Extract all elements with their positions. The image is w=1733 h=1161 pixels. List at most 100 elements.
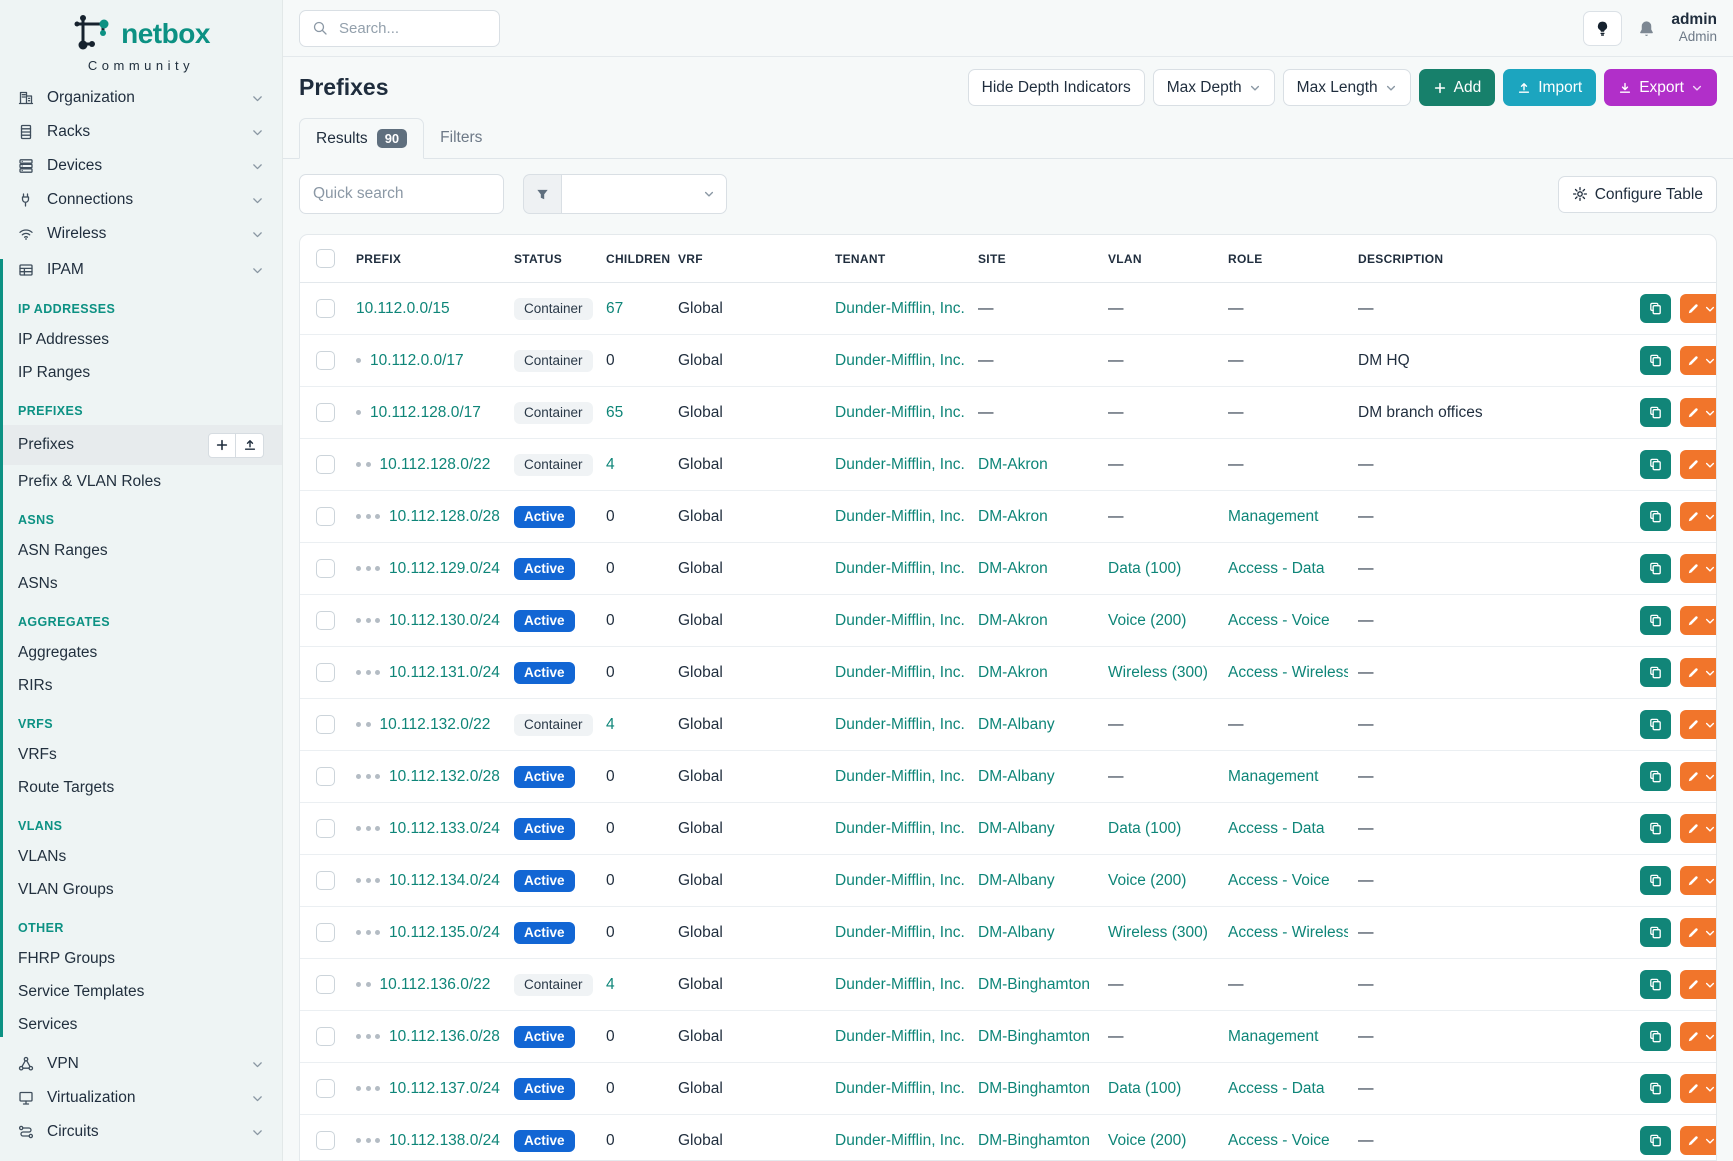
column-header-children[interactable]: CHILDREN: [596, 235, 668, 283]
sidebar-item-virtualization[interactable]: Virtualization: [0, 1081, 282, 1115]
quick-search-input[interactable]: [299, 174, 504, 214]
notifications-bell-icon[interactable]: [1637, 19, 1656, 38]
tenant-link[interactable]: Dunder-Mifflin, Inc.: [835, 456, 965, 473]
tenant-link[interactable]: Dunder-Mifflin, Inc.: [835, 508, 965, 525]
copy-button[interactable]: [1640, 970, 1671, 999]
tenant-link[interactable]: Dunder-Mifflin, Inc.: [835, 404, 965, 421]
role-link[interactable]: Access - Wireless: [1228, 924, 1348, 941]
sidebar-item-rirs[interactable]: RIRs: [0, 669, 282, 702]
tenant-link[interactable]: Dunder-Mifflin, Inc.: [835, 976, 965, 993]
sidebar-item-prefix-vlan-roles[interactable]: Prefix & VLAN Roles: [0, 465, 282, 498]
edit-split-button[interactable]: [1680, 294, 1716, 323]
tenant-link[interactable]: Dunder-Mifflin, Inc.: [835, 1132, 965, 1149]
tenant-link[interactable]: Dunder-Mifflin, Inc.: [835, 612, 965, 629]
edit-split-button[interactable]: [1680, 866, 1716, 895]
sidebar-item-fhrp-groups[interactable]: FHRP Groups: [0, 942, 282, 975]
role-link[interactable]: Access - Voice: [1228, 872, 1330, 889]
prefix-link[interactable]: 10.112.138.0/24: [389, 1132, 500, 1149]
sidebar-item-vlans[interactable]: VLANs: [0, 840, 282, 873]
row-checkbox[interactable]: [316, 559, 335, 578]
children-count-link[interactable]: 4: [606, 716, 615, 733]
search-input[interactable]: [337, 19, 487, 38]
prefix-link[interactable]: 10.112.130.0/24: [389, 612, 500, 629]
children-count-link[interactable]: 4: [606, 976, 615, 993]
vlan-link[interactable]: Wireless (300): [1108, 664, 1208, 681]
row-checkbox[interactable]: [316, 871, 335, 890]
prefix-link[interactable]: 10.112.128.0/17: [370, 404, 481, 421]
configure-table-button[interactable]: Configure Table: [1558, 176, 1717, 213]
edit-split-button[interactable]: [1680, 346, 1716, 375]
global-search[interactable]: [299, 10, 500, 47]
column-header-vrf[interactable]: VRF: [668, 235, 825, 283]
tenant-link[interactable]: Dunder-Mifflin, Inc.: [835, 872, 965, 889]
filter-select[interactable]: [561, 174, 727, 214]
column-header-site[interactable]: SITE: [968, 235, 1098, 283]
prefix-link[interactable]: 10.112.135.0/24: [389, 924, 500, 941]
column-header-description[interactable]: DESCRIPTION: [1348, 235, 1630, 283]
copy-button[interactable]: [1640, 762, 1671, 791]
role-link[interactable]: Access - Voice: [1228, 1132, 1330, 1149]
site-link[interactable]: DM-Akron: [978, 508, 1048, 525]
children-count-link[interactable]: 4: [606, 456, 615, 473]
vlan-link[interactable]: Voice (200): [1108, 612, 1186, 629]
row-checkbox[interactable]: [316, 351, 335, 370]
role-link[interactable]: Management: [1228, 508, 1318, 525]
copy-button[interactable]: [1640, 866, 1671, 895]
prefix-link[interactable]: 10.112.136.0/28: [389, 1028, 500, 1045]
copy-button[interactable]: [1640, 502, 1671, 531]
sidebar-item-route-targets[interactable]: Route Targets: [0, 771, 282, 804]
role-link[interactable]: Access - Wireless: [1228, 664, 1348, 681]
sidebar-item-ipam[interactable]: IPAM: [0, 253, 282, 287]
prefix-link[interactable]: 10.112.134.0/24: [389, 872, 500, 889]
site-link[interactable]: DM-Akron: [978, 664, 1048, 681]
site-link[interactable]: DM-Albany: [978, 924, 1055, 941]
sidebar-item-services[interactable]: Services: [0, 1008, 282, 1041]
tenant-link[interactable]: Dunder-Mifflin, Inc.: [835, 716, 965, 733]
role-link[interactable]: Management: [1228, 768, 1318, 785]
hide-depth-indicators-button[interactable]: Hide Depth Indicators: [968, 69, 1145, 106]
quick-import-button[interactable]: [236, 433, 264, 458]
edit-split-button[interactable]: [1680, 658, 1716, 687]
sidebar-item-wireless[interactable]: Wireless: [0, 217, 282, 251]
edit-split-button[interactable]: [1680, 814, 1716, 843]
role-link[interactable]: Management: [1228, 1028, 1318, 1045]
role-link[interactable]: Access - Data: [1228, 560, 1324, 577]
prefix-link[interactable]: 10.112.128.0/28: [389, 508, 500, 525]
column-header-vlan[interactable]: VLAN: [1098, 235, 1218, 283]
children-count-link[interactable]: 67: [606, 300, 623, 317]
role-link[interactable]: Access - Data: [1228, 820, 1324, 837]
tab-filters[interactable]: Filters: [424, 118, 498, 158]
edit-split-button[interactable]: [1680, 762, 1716, 791]
vlan-link[interactable]: Wireless (300): [1108, 924, 1208, 941]
site-link[interactable]: DM-Akron: [978, 456, 1048, 473]
edit-split-button[interactable]: [1680, 1126, 1716, 1155]
edit-split-button[interactable]: [1680, 1022, 1716, 1051]
import-button[interactable]: Import: [1503, 69, 1596, 106]
column-header-status[interactable]: STATUS: [504, 235, 596, 283]
row-checkbox[interactable]: [316, 1079, 335, 1098]
row-checkbox[interactable]: [316, 507, 335, 526]
copy-button[interactable]: [1640, 658, 1671, 687]
edit-split-button[interactable]: [1680, 502, 1716, 531]
row-checkbox[interactable]: [316, 819, 335, 838]
row-checkbox[interactable]: [316, 715, 335, 734]
site-link[interactable]: DM-Albany: [978, 768, 1055, 785]
role-link[interactable]: Access - Data: [1228, 1080, 1324, 1097]
sidebar-item-ip-addresses[interactable]: IP Addresses: [0, 323, 282, 356]
role-link[interactable]: Access - Voice: [1228, 612, 1330, 629]
tenant-link[interactable]: Dunder-Mifflin, Inc.: [835, 1028, 965, 1045]
site-link[interactable]: DM-Albany: [978, 820, 1055, 837]
copy-button[interactable]: [1640, 710, 1671, 739]
copy-button[interactable]: [1640, 554, 1671, 583]
site-link[interactable]: DM-Albany: [978, 716, 1055, 733]
user-menu[interactable]: admin Admin: [1671, 11, 1717, 44]
edit-split-button[interactable]: [1680, 606, 1716, 635]
vlan-link[interactable]: Data (100): [1108, 1080, 1181, 1097]
prefix-link[interactable]: 10.112.133.0/24: [389, 820, 500, 837]
row-checkbox[interactable]: [316, 975, 335, 994]
prefix-link[interactable]: 10.112.132.0/28: [389, 768, 500, 785]
column-header-role[interactable]: ROLE: [1218, 235, 1348, 283]
row-checkbox[interactable]: [316, 403, 335, 422]
site-link[interactable]: DM-Akron: [978, 612, 1048, 629]
select-all-checkbox[interactable]: [316, 249, 335, 268]
